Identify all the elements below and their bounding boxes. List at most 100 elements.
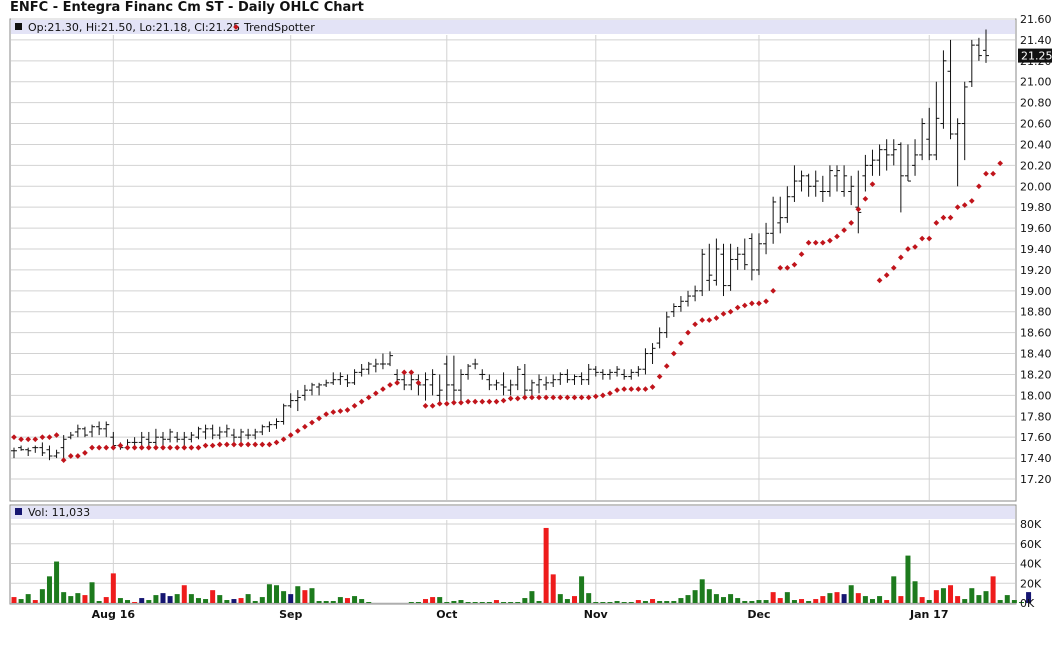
volume-bar [472,602,478,603]
volume-bar [330,601,336,603]
volume-bar [905,555,911,603]
volume-bar [990,576,996,603]
volume-bar [32,600,38,603]
price-tick-label: 19.00 [1020,285,1052,298]
volume-bar [160,593,166,603]
volume-bar [451,601,457,603]
volume-bar [188,594,194,603]
volume-bar [976,595,982,603]
price-tick-label: 17.40 [1020,452,1052,465]
volume-bar [969,588,975,603]
volume-bar [749,601,755,603]
volume-bar [706,589,712,603]
volume-axis: 0K 20K 40K 60K 80K [1020,518,1042,610]
volume-bar [912,581,918,603]
volume-bar [125,600,131,603]
price-tick-label: 21.00 [1020,76,1052,89]
volume-bar [579,576,585,603]
volume-bar [167,596,173,603]
volume-bar [501,602,507,603]
volume-bar [245,594,251,603]
volume-bar [174,594,180,603]
volume-bar [614,601,620,603]
volume-bar [316,601,322,603]
volume-bar [1011,600,1017,603]
volume-bar [564,599,570,603]
volume-bar [132,602,138,603]
volume-bar [742,601,748,603]
volume-panel-frame [9,504,1017,605]
price-tick-label: 18.60 [1020,327,1052,340]
volume-bar [543,527,549,603]
volume-bar [486,602,492,603]
volume-bar [657,601,663,603]
volume-bar [359,599,365,603]
volume-bar [827,593,833,603]
price-tick-label: 20.60 [1020,118,1052,131]
trendspotter-legend-text: TrendSpotter [243,21,315,34]
price-tick-label: 17.20 [1020,473,1052,486]
volume-bar [522,598,528,603]
volume-bar [408,602,414,603]
volume-bar [586,593,592,603]
volume-bar [699,579,705,603]
volume-bar [323,601,329,603]
volume-bar [813,599,819,603]
price-tick-label: 20.00 [1020,180,1052,193]
volume-bar [39,589,45,603]
volume-bar [274,585,280,603]
volume-bar [919,597,925,603]
volume-bar [877,596,883,603]
price-tick-label: 17.60 [1020,431,1052,444]
volume-bar [458,600,464,603]
volume-bar [650,599,656,603]
volume-bar [898,596,904,603]
volume-bar [423,599,429,603]
volume-bar [288,594,294,603]
volume-bar [146,600,152,603]
volume-bar [862,596,868,603]
volume-bar [770,592,776,603]
volume-bar [479,602,485,603]
volume-bar [933,590,939,603]
volume-bar [75,593,81,603]
volume-bar [784,592,790,603]
price-tick-label: 17.80 [1020,410,1052,423]
volume-bar [820,596,826,603]
volume-bar [799,599,805,603]
volume-bar [25,594,31,603]
volume-bar [139,598,145,603]
volume-bar [550,574,556,603]
volume-bar [415,602,421,603]
volume-bar [195,598,201,603]
volume-bar [940,588,946,603]
volume-bar [210,590,216,603]
volume-bar [103,597,109,603]
date-axis: Aug 16 Sep Oct Nov Dec Jan 17 [92,608,949,621]
price-tick-label: 19.20 [1020,264,1052,277]
ohlc-legend-swatch [15,23,22,30]
volume-bar [692,590,698,603]
volume-bar [266,584,272,603]
volume-bar [430,597,436,603]
volume-legend-text: Vol: 11,033 [28,506,90,519]
price-tick-label: 18.20 [1020,368,1052,381]
volume-bar [962,599,968,603]
volume-bar [217,595,223,603]
volume-bar [891,576,897,603]
last-price-label: 21.25 [1021,50,1053,63]
volume-bar [635,600,641,603]
price-tick-label: 18.40 [1020,348,1052,361]
date-label: Nov [584,608,609,621]
volume-tick-label: 60K [1020,538,1042,551]
volume-bar [983,591,989,603]
volume-tick-label: 0K [1020,597,1035,610]
volume-legend-swatch [15,508,22,515]
price-tick-label: 21.60 [1020,13,1052,26]
volume-bar [997,600,1003,603]
price-tick-label: 19.60 [1020,222,1052,235]
volume-bar [926,600,932,603]
volume-bar [621,602,627,603]
volume-bar [11,597,17,603]
volume-bar [557,594,563,603]
